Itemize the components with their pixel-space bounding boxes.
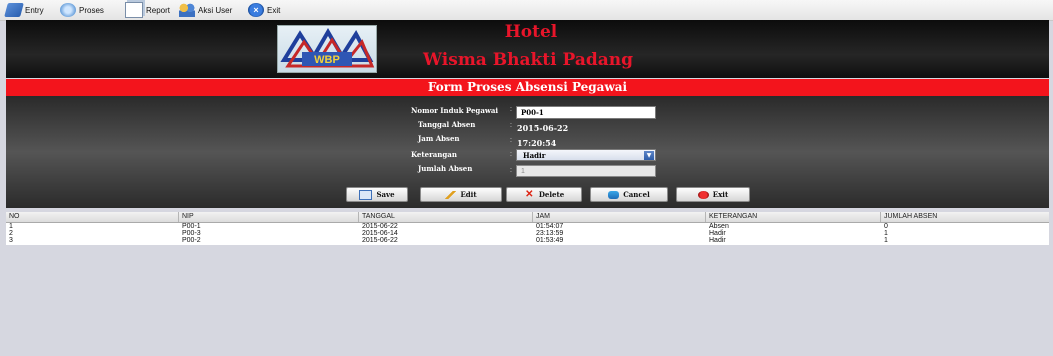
- cell-nip: P00-2: [182, 237, 201, 244]
- cell-tanggal: 2015-06-14: [362, 230, 398, 237]
- menu-item-report[interactable]: Report: [125, 2, 170, 18]
- user-icon: [179, 3, 195, 17]
- delete-button[interactable]: ✕ Delete: [506, 187, 582, 202]
- col-header-jumlah-absen[interactable]: JUMLAH ABSEN: [881, 212, 1049, 222]
- menu-item-aksi-user[interactable]: Aksi User: [179, 2, 232, 18]
- cell-tanggal: 2015-06-22: [362, 237, 398, 244]
- cell-jam: 23:13:59: [536, 230, 564, 237]
- keterangan-select[interactable]: Hadir ▼: [516, 149, 656, 161]
- chevron-down-icon[interactable]: ▼: [644, 151, 654, 160]
- cell-nip: P00-3: [182, 230, 201, 237]
- col-header-keterangan[interactable]: KETERANGAN: [706, 212, 881, 222]
- col-header-nip[interactable]: NIP: [179, 212, 359, 222]
- menu-item-entry[interactable]: Entry: [4, 2, 44, 18]
- menu-item-entry-label: Entry: [25, 5, 44, 15]
- cell-no: 3: [9, 237, 13, 244]
- pencil-icon: [445, 190, 457, 199]
- exit-button-label: Exit: [712, 190, 729, 199]
- logo-icon: WBP: [280, 28, 375, 68]
- logo-text: WBP: [314, 54, 340, 66]
- form-title: Form Proses Absensi Pegawai: [427, 80, 628, 94]
- cell-jumlah-absen: 0: [884, 223, 888, 230]
- hotel-header: WBP Hotel Wisma Bhakti Padang: [6, 20, 1049, 78]
- report-icon: [125, 2, 143, 18]
- menu-item-exit-label: Exit: [267, 5, 281, 15]
- keterangan-selected-value: Hadir: [523, 151, 546, 160]
- jam-colon: :: [510, 137, 512, 144]
- save-icon: [359, 189, 373, 200]
- table-row[interactable]: 3 P00-2 2015-06-22 01:53:49 Hadir 1: [6, 237, 1049, 244]
- jumlah-colon: :: [510, 167, 512, 174]
- menu-item-proses-label: Proses: [79, 5, 104, 15]
- hotel-name: Wisma Bhakti Padang: [423, 50, 633, 70]
- cancel-button-label: Cancel: [623, 190, 650, 199]
- tanggal-value: 2015-06-22: [517, 123, 569, 133]
- edit-button[interactable]: Edit: [420, 187, 502, 202]
- menu-item-proses[interactable]: Proses: [60, 2, 104, 18]
- hotel-logo: WBP: [277, 25, 377, 73]
- cell-jumlah-absen: 1: [884, 230, 888, 237]
- cell-nip: P00-1: [182, 223, 201, 230]
- table-header: NO NIP TANGGAL JAM KETERANGAN JUMLAH ABS…: [6, 212, 1049, 223]
- absensi-table: NO NIP TANGGAL JAM KETERANGAN JUMLAH ABS…: [6, 212, 1049, 356]
- delete-button-label: Delete: [538, 190, 565, 199]
- save-button[interactable]: Save: [346, 187, 408, 202]
- menu-item-exit[interactable]: × Exit: [248, 2, 280, 18]
- exit-icon: ×: [248, 3, 264, 17]
- cell-jam: 01:53:49: [536, 237, 564, 244]
- table-body: 1 P00-1 2015-06-22 01:54:07 Absen 0 2 P0…: [6, 223, 1049, 245]
- keterangan-label: Keterangan: [411, 150, 457, 159]
- tanggal-colon: :: [510, 122, 512, 129]
- entry-icon: [4, 3, 24, 17]
- cell-jumlah-absen: 1: [884, 237, 888, 244]
- col-header-jam[interactable]: JAM: [533, 212, 706, 222]
- nip-input[interactable]: P00-1: [516, 106, 656, 119]
- cell-tanggal: 2015-06-22: [362, 223, 398, 230]
- form-title-bar: Form Proses Absensi Pegawai: [6, 79, 1049, 96]
- proses-icon: [60, 3, 76, 17]
- save-button-label: Save: [376, 190, 395, 199]
- cell-keterangan: Hadir: [709, 230, 726, 237]
- cell-no: 1: [9, 223, 13, 230]
- hotel-title: Hotel: [504, 22, 558, 42]
- menu-bar: Entry Proses Report Aksi User × Exit: [0, 0, 1053, 21]
- table-row[interactable]: 2 P00-3 2015-06-14 23:13:59 Hadir 1: [6, 230, 1049, 237]
- col-header-tanggal[interactable]: TANGGAL: [359, 212, 533, 222]
- keterangan-colon: :: [510, 151, 512, 158]
- jam-value: 17:20:54: [517, 138, 557, 148]
- cell-no: 2: [9, 230, 13, 237]
- cancel-icon: [608, 190, 620, 199]
- cell-keterangan: Hadir: [709, 237, 726, 244]
- menu-item-report-label: Report: [146, 5, 171, 15]
- nip-label: Nomor Induk Pegawai: [411, 106, 499, 115]
- table-row[interactable]: 1 P00-1 2015-06-22 01:54:07 Absen 0: [6, 223, 1049, 230]
- tanggal-label: Tanggal Absen: [418, 120, 476, 129]
- nip-colon: :: [510, 106, 512, 113]
- exit-button[interactable]: Exit: [676, 187, 750, 202]
- col-header-no[interactable]: NO: [6, 212, 179, 222]
- jam-label: Jam Absen: [418, 134, 460, 143]
- jumlah-input: 1: [516, 165, 656, 177]
- delete-icon: ✕: [525, 188, 534, 200]
- cell-keterangan: Absen: [709, 223, 729, 230]
- exit-circle-icon: [697, 190, 709, 199]
- cell-jam: 01:54:07: [536, 223, 564, 230]
- edit-button-label: Edit: [460, 190, 477, 199]
- cancel-button[interactable]: Cancel: [590, 187, 668, 202]
- menu-item-aksi-user-label: Aksi User: [198, 5, 233, 15]
- jumlah-label: Jumlah Absen: [418, 164, 473, 173]
